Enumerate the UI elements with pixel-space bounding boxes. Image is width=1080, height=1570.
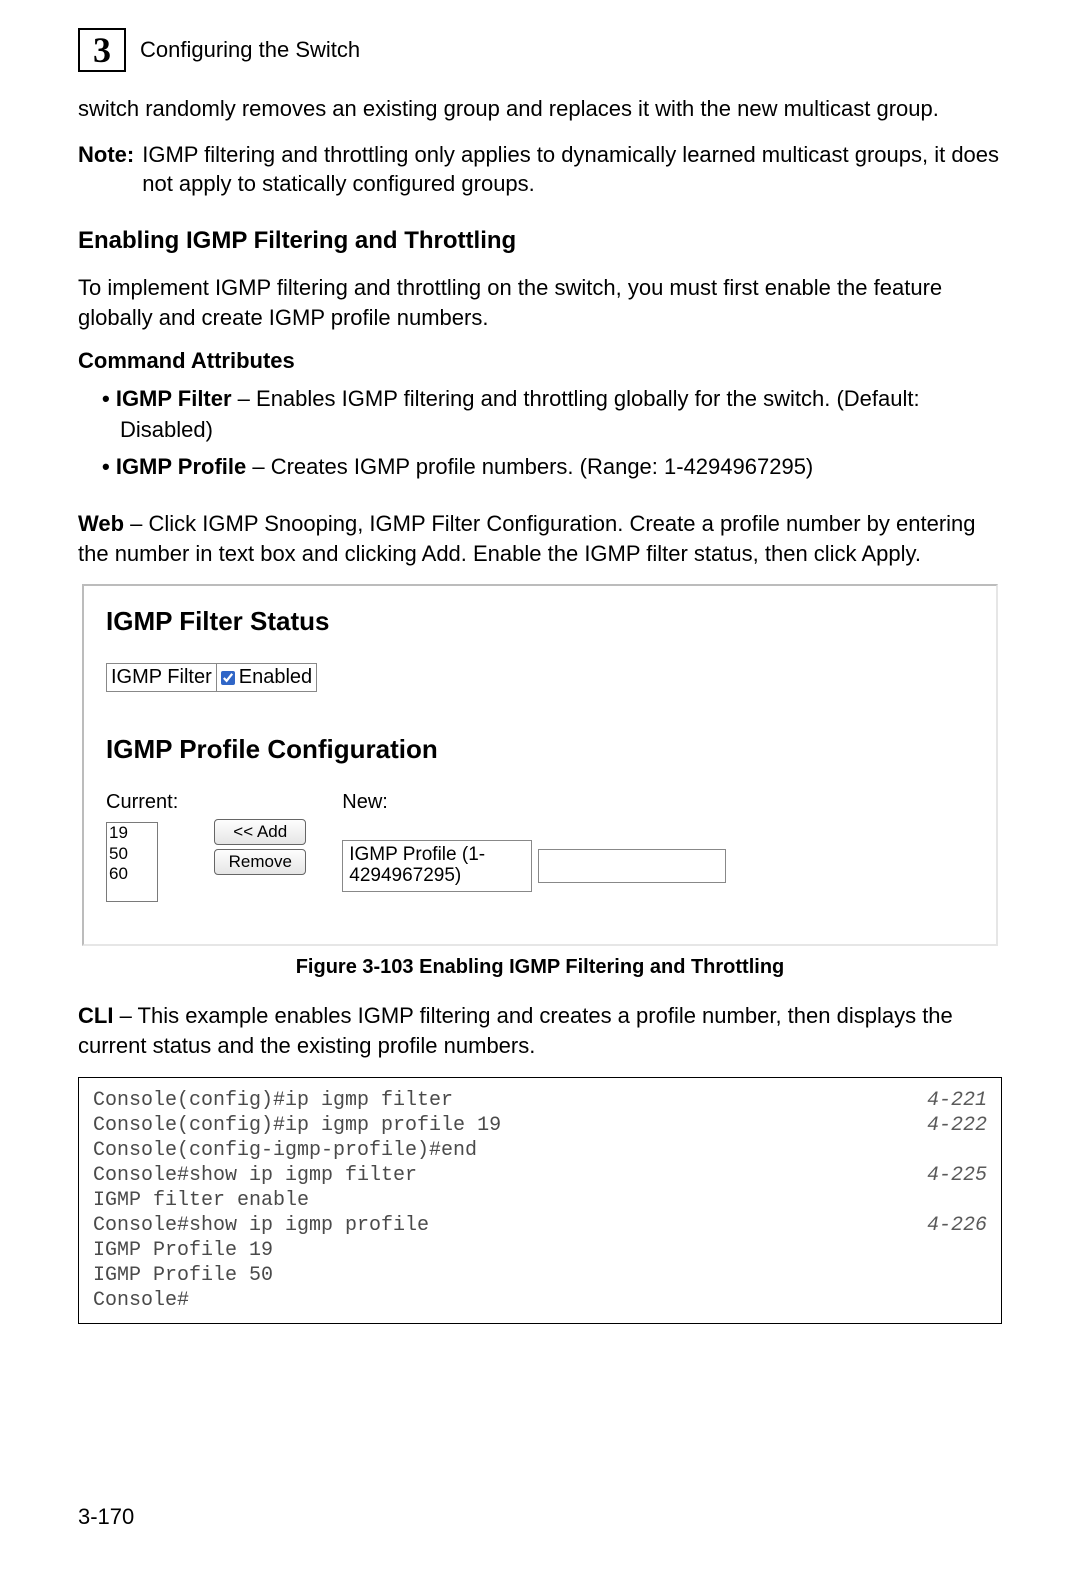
cli-text: – This example enables IGMP filtering an… [78, 1003, 953, 1058]
cli-command: Console(config)#ip igmp filter [93, 1088, 453, 1113]
new-column: New: IGMP Profile (1-4294967295) [342, 791, 726, 892]
current-label: Current: [106, 791, 178, 814]
web-paragraph: Web – Click IGMP Snooping, IGMP Filter C… [78, 509, 1002, 568]
add-remove-column: << Add Remove [214, 819, 306, 875]
section-intro: To implement IGMP filtering and throttli… [78, 273, 1002, 332]
command-attributes-list: IGMP Filter – Enables IGMP filtering and… [78, 384, 1002, 482]
list-item[interactable]: 60 [109, 864, 155, 884]
list-item[interactable]: 50 [109, 844, 155, 864]
cli-line: Console(config)#ip igmp filter 4-221 [93, 1088, 987, 1113]
igmp-filter-checkbox-label: Enabled [239, 666, 312, 689]
bullet-text: – Enables IGMP filtering and throttling … [120, 386, 920, 442]
cli-command: Console#show ip igmp filter [93, 1163, 417, 1188]
current-column: Current: 19 50 60 [106, 791, 178, 902]
igmp-filter-value-cell: Enabled [217, 663, 317, 692]
list-item[interactable]: 19 [109, 823, 155, 843]
igmp-filter-checkbox[interactable] [221, 671, 235, 685]
intro-paragraph: switch randomly removes an existing grou… [78, 94, 1002, 124]
cli-command: Console(config)#ip igmp profile 19 [93, 1113, 501, 1138]
bullet-bold: IGMP Profile [116, 454, 246, 479]
cli-line: IGMP Profile 19 [93, 1238, 987, 1263]
section-heading: Enabling IGMP Filtering and Throttling [78, 227, 1002, 255]
igmp-filter-status-heading: IGMP Filter Status [106, 606, 980, 637]
cli-line: Console(config)#ip igmp profile 19 4-222 [93, 1113, 987, 1138]
cli-line: Console(config-igmp-profile)#end [93, 1138, 987, 1163]
remove-button[interactable]: Remove [214, 849, 306, 875]
cli-command: IGMP Profile 19 [93, 1238, 273, 1263]
igmp-profile-input[interactable] [538, 849, 726, 883]
cli-line: IGMP Profile 50 [93, 1263, 987, 1288]
chapter-title: Configuring the Switch [140, 37, 360, 63]
cli-example-box: Console(config)#ip igmp filter4-221Conso… [78, 1077, 1002, 1324]
profile-config-area: Current: 19 50 60 << Add Remove New: IGM… [106, 791, 980, 902]
igmp-profile-config-heading: IGMP Profile Configuration [106, 734, 980, 765]
note-label: Note: [78, 140, 134, 199]
note-block: Note: IGMP filtering and throttling only… [78, 140, 1002, 199]
command-attributes-heading: Command Attributes [78, 348, 1002, 374]
new-input-row: IGMP Profile (1-4294967295) [342, 840, 726, 892]
current-profiles-listbox[interactable]: 19 50 60 [106, 822, 158, 902]
web-text: – Click IGMP Snooping, IGMP Filter Confi… [78, 511, 976, 566]
chapter-header: 3 Configuring the Switch [78, 28, 1002, 72]
web-label: Web [78, 511, 124, 536]
igmp-filter-label: IGMP Filter [106, 663, 217, 692]
cli-label: CLI [78, 1003, 113, 1028]
add-button[interactable]: << Add [214, 819, 306, 845]
cli-line: Console#show ip igmp filter 4-225 [93, 1163, 987, 1188]
new-label: New: [342, 791, 726, 814]
cli-reference: 4-221 [927, 1088, 987, 1113]
bullet-text: – Creates IGMP profile numbers. (Range: … [246, 454, 813, 479]
cli-line: Console# [93, 1288, 987, 1313]
bullet-bold: IGMP Filter [116, 386, 232, 411]
note-text: IGMP filtering and throttling only appli… [142, 140, 1002, 199]
page: 3 Configuring the Switch switch randomly… [0, 0, 1080, 1570]
cli-command: IGMP Profile 50 [93, 1263, 273, 1288]
list-item: IGMP Profile – Creates IGMP profile numb… [102, 452, 1002, 483]
cli-command: Console(config-igmp-profile)#end [93, 1138, 477, 1163]
cli-line: IGMP filter enable [93, 1188, 987, 1213]
cli-line: Console#show ip igmp profile 4-226 [93, 1213, 987, 1238]
page-number: 3-170 [78, 1504, 134, 1530]
cli-reference: 4-225 [927, 1163, 987, 1188]
cli-command: Console#show ip igmp profile [93, 1213, 429, 1238]
figure-caption: Figure 3-103 Enabling IGMP Filtering and… [78, 956, 1002, 979]
list-item: IGMP Filter – Enables IGMP filtering and… [102, 384, 1002, 446]
igmp-filter-row: IGMP Filter Enabled [106, 663, 317, 692]
chapter-number-icon: 3 [78, 28, 126, 72]
cli-paragraph: CLI – This example enables IGMP filterin… [78, 1001, 1002, 1060]
cli-command: Console# [93, 1288, 189, 1313]
igmp-profile-range-label: IGMP Profile (1-4294967295) [342, 840, 532, 892]
figure-web-ui: IGMP Filter Status IGMP Filter Enabled I… [82, 584, 998, 946]
cli-reference: 4-226 [927, 1213, 987, 1238]
cli-reference: 4-222 [927, 1113, 987, 1138]
cli-command: IGMP filter enable [93, 1188, 309, 1213]
